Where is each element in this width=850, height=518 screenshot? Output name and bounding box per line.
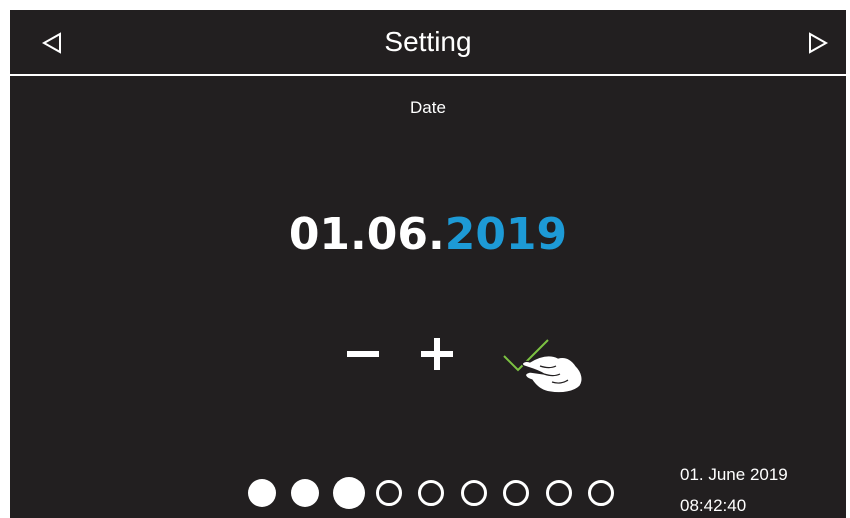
status-date: 01. June 2019 [680,465,788,484]
header-bar: Setting [10,10,846,76]
page-dot-3[interactable] [333,477,365,509]
page-dot-7[interactable] [503,480,529,506]
forward-arrow-icon[interactable] [802,28,832,58]
page-dot-2[interactable] [290,479,319,507]
status-time: 08:42:40 [680,496,747,515]
confirm-button[interactable] [500,336,586,396]
page-dot-4[interactable] [375,480,402,506]
field-label: Date [410,98,446,117]
date-year-selected[interactable]: 2019 [445,209,567,260]
page-dot-1[interactable] [248,479,276,507]
date-day-month: 01.06. [288,209,445,260]
tap-hand-icon [521,355,583,394]
plus-icon [421,338,453,370]
page-dot-6[interactable] [460,480,487,506]
settings-screen: Setting Date 01.06.2019 01. June 2019 08… [10,10,846,518]
decrement-button[interactable] [344,334,384,374]
page-dot-9[interactable] [588,480,614,506]
page-dot-8[interactable] [545,480,572,506]
increment-button[interactable] [418,334,458,374]
minus-icon [347,351,379,357]
date-value: 01.06.2019 [10,208,846,262]
page-dot-5[interactable] [418,480,444,506]
page-title: Setting [384,26,472,57]
